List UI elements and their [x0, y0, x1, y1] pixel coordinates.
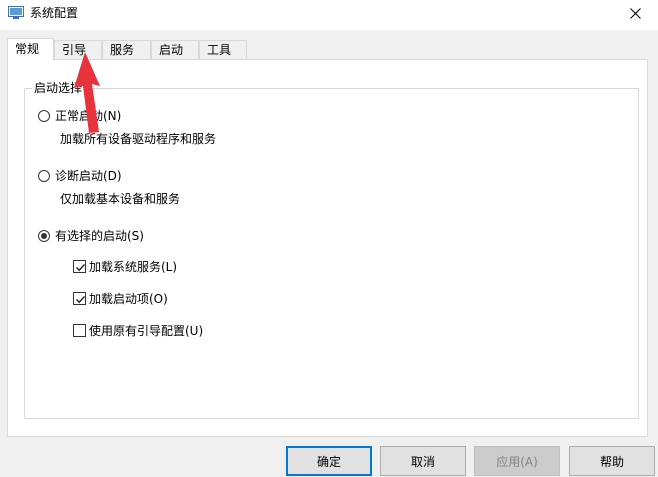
group-title: 启动选择: [32, 80, 85, 96]
normal-startup-desc: 加载所有设备驱动程序和服务: [60, 132, 217, 146]
tab-tools[interactable]: 工具: [199, 40, 247, 60]
diagnostic-startup-radio[interactable]: [38, 170, 50, 182]
selective-startup-radio[interactable]: [38, 230, 50, 242]
tab-boot[interactable]: 引导: [54, 40, 102, 60]
diagnostic-startup-desc: 仅加载基本设备和服务: [60, 192, 181, 206]
use-original-boot-config-label[interactable]: 使用原有引导配置(U): [89, 323, 203, 339]
load-startup-items-checkbox[interactable]: [73, 292, 86, 305]
checkmark-icon: [76, 264, 86, 272]
diagnostic-startup-label[interactable]: 诊断启动(D): [55, 168, 122, 184]
tab-general[interactable]: 常规: [7, 38, 54, 61]
close-icon: [629, 8, 641, 22]
load-startup-items-label[interactable]: 加载启动项(O): [89, 291, 168, 307]
normal-startup-radio[interactable]: [38, 110, 50, 122]
title-bar: 系统配置: [0, 0, 658, 30]
startup-selection-group: 启动选择 正常启动(N) 加载所有设备驱动程序和服务 诊断启动(D) 仅加载基本…: [24, 80, 639, 419]
normal-startup-label[interactable]: 正常启动(N): [55, 108, 121, 124]
tab-services[interactable]: 服务: [102, 40, 151, 60]
window-title: 系统配置: [30, 6, 79, 20]
cancel-button[interactable]: 取消: [380, 446, 466, 476]
selective-startup-label[interactable]: 有选择的启动(S): [55, 228, 144, 244]
dialog-body: 常规 引导 服务 启动 工具 启动选择 正常启动(N) 加载所有设备驱动程序和服…: [0, 30, 658, 477]
checkmark-icon: [76, 296, 86, 304]
load-system-services-label[interactable]: 加载系统服务(L): [89, 259, 177, 275]
ok-button[interactable]: 确定: [286, 446, 372, 476]
tab-panel-general: 启动选择 正常启动(N) 加载所有设备驱动程序和服务 诊断启动(D) 仅加载基本…: [7, 59, 648, 437]
help-button[interactable]: 帮助: [569, 446, 655, 476]
use-original-boot-config-checkbox[interactable]: [73, 324, 86, 337]
apply-button[interactable]: 应用(A): [474, 446, 560, 476]
tab-startup[interactable]: 启动: [151, 40, 199, 60]
load-system-services-checkbox[interactable]: [73, 260, 86, 273]
msconfig-icon: [8, 6, 24, 20]
close-button[interactable]: [612, 0, 658, 30]
